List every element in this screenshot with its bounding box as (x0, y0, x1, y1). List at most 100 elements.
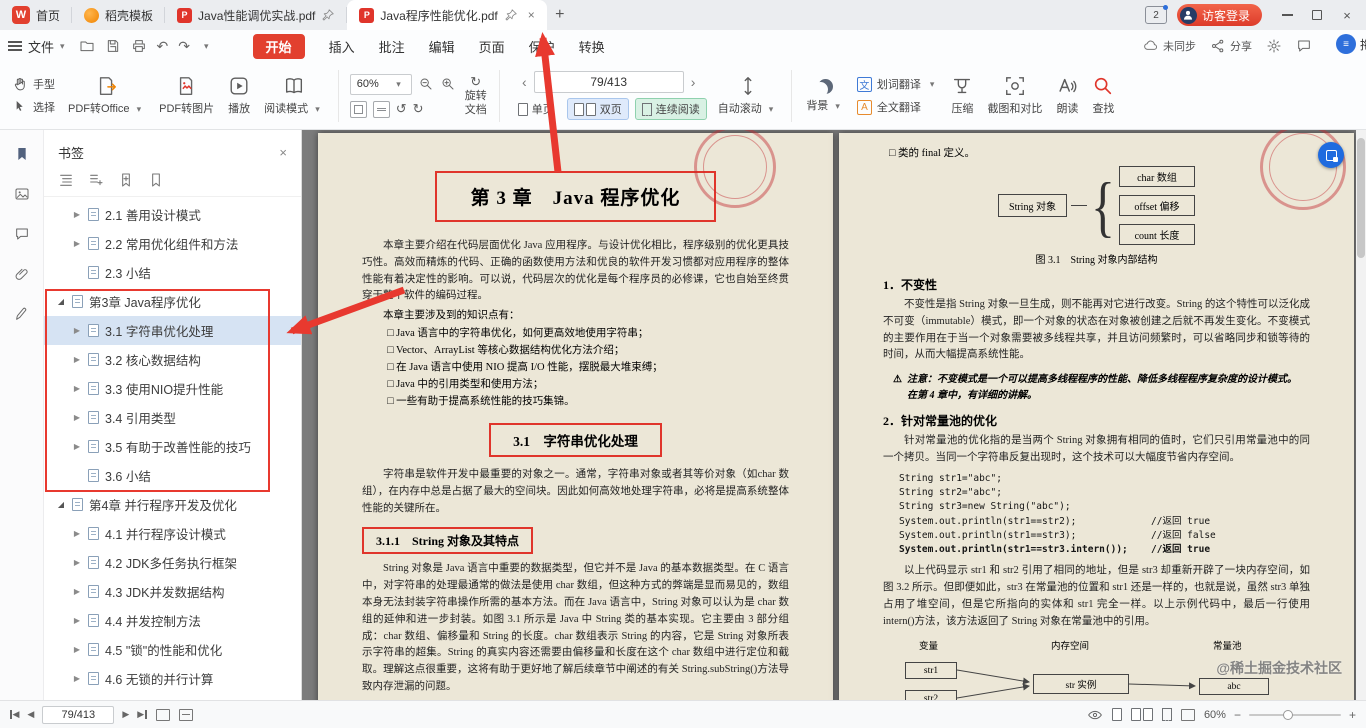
double-page-view-icon[interactable] (1130, 708, 1153, 721)
fit-page-icon[interactable] (155, 708, 170, 721)
close-window-button[interactable]: × (1332, 0, 1362, 30)
previous-page-button[interactable]: ◀ (27, 709, 34, 720)
bookmark-item[interactable]: ▶ 4.4 并发控制方法 (44, 606, 301, 635)
floating-locator-button[interactable] (1318, 142, 1344, 168)
bookmark-item-chapter-3[interactable]: ◢ 第3章 Java程序优化 (44, 287, 301, 316)
status-page-indicator[interactable]: 79/413 (42, 705, 115, 724)
bookmark-item[interactable]: ▶ 4.5 "锁"的性能和优化 (44, 635, 301, 664)
zoom-slider-thumb[interactable] (1282, 709, 1293, 720)
maximize-button[interactable] (1302, 0, 1332, 30)
tab-document-1[interactable]: P Java性能调优实战.pdf (165, 0, 348, 30)
chevron-down-icon[interactable]: ▾ (204, 41, 209, 52)
bookmark-list-icon[interactable] (148, 172, 164, 188)
first-page-button[interactable]: ◀ (10, 709, 19, 720)
ribbon-tab-page[interactable]: 页面 (479, 37, 505, 56)
single-page-button[interactable]: 单页 (511, 98, 561, 120)
chevron-right-icon[interactable]: ▶ (72, 239, 82, 248)
signature-icon[interactable] (14, 306, 30, 322)
full-translate-button[interactable]: A 全文翻译 (856, 99, 939, 115)
tab-document-2-active[interactable]: P Java程序性能优化.pdf × (347, 0, 547, 30)
menu-icon[interactable] (8, 41, 22, 51)
save-icon[interactable] (105, 38, 121, 54)
bookmark-item[interactable]: ▶ 4.1 并行程序设计模式 (44, 519, 301, 548)
redo-icon[interactable]: ↷ (178, 38, 190, 55)
bookmark-item[interactable]: ▶ 3.2 核心数据结构 (44, 345, 301, 374)
read-mode-button[interactable]: 阅读模式 ▾ (257, 73, 331, 118)
read-aloud-button[interactable]: 朗读 (1049, 73, 1085, 118)
chevron-right-icon[interactable]: ▶ (72, 326, 82, 335)
dock-panel-button[interactable]: ≡ 拖 (1335, 34, 1366, 54)
open-folder-icon[interactable] (79, 38, 95, 54)
scrollbar-thumb[interactable] (1357, 138, 1365, 258)
auto-scroll-button[interactable]: 自动滚动 ▾ (711, 73, 785, 118)
bookmark-item[interactable]: ▶ 2.2 常用优化组件和方法 (44, 229, 301, 258)
ribbon-tab-edit[interactable]: 编辑 (429, 37, 455, 56)
fit-page-button[interactable] (349, 100, 367, 118)
bookmark-item[interactable]: 2.3 小结 (44, 258, 301, 287)
zoom-in-button[interactable]: + (1349, 708, 1356, 722)
visitor-login-button[interactable]: 访客登录 (1176, 4, 1262, 26)
bookmark-item[interactable]: ▶ 3.3 使用NIO提升性能 (44, 374, 301, 403)
bookmark-item[interactable]: ▶ 4.3 JDK并发数据结构 (44, 577, 301, 606)
screenshot-compare-button[interactable]: 截图和对比 (980, 73, 1049, 118)
share-button[interactable]: 分享 (1210, 38, 1252, 54)
pin-icon[interactable] (504, 8, 518, 22)
fullscreen-icon[interactable] (1180, 708, 1195, 721)
chevron-right-icon[interactable]: ▶ (72, 645, 82, 654)
ribbon-tab-convert[interactable]: 转换 (579, 37, 605, 56)
pdf-to-office-button[interactable]: PDF转Office ▾ (61, 73, 152, 118)
next-page-button[interactable]: ▶ (122, 709, 129, 720)
chevron-expanded-icon[interactable]: ◢ (56, 297, 66, 306)
background-button[interactable]: 背景 ▾ (799, 77, 851, 115)
new-tab-button[interactable]: + (547, 0, 573, 30)
rotate-left-icon[interactable]: ↺ (396, 101, 407, 117)
pdf-view-area[interactable]: 第 3 章 Java 程序优化 本章主要介绍在代码层面优化 Java 应用程序。… (302, 130, 1356, 700)
add-bookmark-icon[interactable] (118, 172, 134, 188)
pin-icon[interactable] (321, 8, 335, 22)
hand-tool-button[interactable]: 手型 (12, 76, 55, 92)
chevron-right-icon[interactable]: ▶ (72, 558, 82, 567)
zoom-select[interactable]: 60% ▾ (349, 73, 412, 95)
chevron-right-icon[interactable]: ▶ (72, 384, 82, 393)
sync-status[interactable]: 未同步 (1143, 38, 1196, 54)
print-icon[interactable] (131, 38, 147, 54)
continuous-view-icon[interactable] (1161, 708, 1172, 721)
vertical-scrollbar[interactable] (1356, 130, 1366, 700)
ribbon-tab-comment[interactable]: 批注 (379, 37, 405, 56)
file-menu[interactable]: 文件 (28, 37, 54, 56)
last-page-button[interactable]: ▶ (137, 709, 147, 720)
chevron-expanded-icon[interactable]: ◢ (56, 500, 66, 509)
chevron-right-icon[interactable]: ▶ (72, 355, 82, 364)
ribbon-tab-insert[interactable]: 插入 (329, 37, 355, 56)
expand-all-icon[interactable] (58, 172, 74, 188)
bookmark-item[interactable]: ▶ 3.5 有助于改善性能的技巧 (44, 432, 301, 461)
bookmark-item[interactable]: ▶ 4.6 无锁的并行计算 (44, 664, 301, 693)
zoom-out-icon[interactable] (418, 76, 434, 92)
tab-home[interactable]: W 首页 (0, 0, 73, 30)
zoom-out-button[interactable]: − (1234, 708, 1241, 722)
rotate-right-icon[interactable]: ↻ (413, 101, 424, 117)
close-panel-icon[interactable]: × (279, 145, 287, 160)
eye-protect-icon[interactable] (1087, 707, 1103, 723)
bookmark-item[interactable]: ▶ 2.1 善用设计模式 (44, 200, 301, 229)
chevron-right-icon[interactable]: ▶ (72, 210, 82, 219)
compress-button[interactable]: 压缩 (944, 73, 980, 118)
tab-close-icon[interactable]: × (528, 8, 535, 22)
pdf-to-image-button[interactable]: PDF转图片 (152, 73, 221, 118)
minimize-button[interactable] (1272, 0, 1302, 30)
fit-width-button[interactable] (372, 100, 390, 118)
settings-gear-icon[interactable] (1266, 38, 1282, 54)
tab-docer[interactable]: 稻壳模板 (72, 0, 166, 30)
ribbon-tab-protect[interactable]: 保护 (529, 37, 555, 56)
thumbnails-icon[interactable] (14, 186, 30, 202)
page-number-input[interactable] (533, 71, 684, 93)
chevron-right-icon[interactable]: ▶ (72, 616, 82, 625)
fit-width-icon[interactable] (178, 708, 193, 721)
double-page-button[interactable]: 双页 (566, 98, 629, 120)
bookmarks-panel-icon[interactable] (14, 146, 30, 162)
find-button[interactable]: 查找 (1085, 73, 1121, 118)
comments-icon[interactable] (14, 226, 30, 242)
chevron-right-icon[interactable]: ▶ (72, 674, 82, 683)
message-center-button[interactable]: 2 (1144, 5, 1168, 24)
chevron-right-icon[interactable]: ▶ (72, 413, 82, 422)
